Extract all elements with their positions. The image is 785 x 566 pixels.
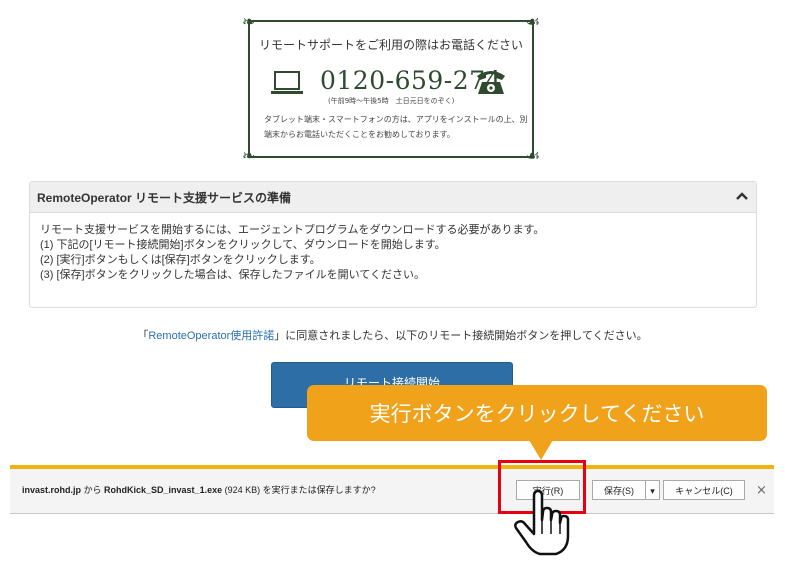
download-question: を実行または保存しますか? — [262, 485, 376, 495]
agreement-rest: 」に同意されましたら、以下のリモート接続開始ボタンを押してください。 — [274, 330, 648, 342]
preparation-panel: RemoteOperator リモート支援サービスの準備 リモート支援サービスを… — [29, 181, 757, 308]
telephone-icon — [477, 71, 505, 94]
panel-line: リモート支援サービスを開始するには、エージェントプログラムをダウンロードする必要… — [40, 224, 545, 236]
save-button[interactable]: 保存(S) — [592, 480, 646, 500]
agreement-text: 「RemoteOperator使用許諾」に同意されましたら、以下のリモート接続開… — [0, 327, 785, 343]
panel-line: (2) [実行]ボタンもしくは[保存]ボタンをクリックします。 — [40, 254, 321, 266]
download-filename: RohdKick_SD_invast_1.exe — [104, 485, 223, 495]
download-size: (924 KB) — [222, 485, 263, 495]
callout-text: 実行ボタンをクリックしてください — [369, 402, 705, 426]
instruction-callout: 実行ボタンをクリックしてください — [307, 385, 767, 441]
pointer-hand-icon — [514, 490, 570, 556]
save-options-dropdown[interactable]: ▾ — [646, 480, 660, 500]
support-hours: (午前9時～午後5時 土日元日をのぞく) — [328, 97, 455, 105]
download-host: invast.rohd.jp — [22, 485, 82, 495]
cancel-button[interactable]: キャンセル(C) — [663, 480, 745, 500]
agreement-bracket: 「 — [137, 330, 149, 342]
panel-body: リモート支援サービスを開始するには、エージェントプログラムをダウンロードする必要… — [30, 213, 756, 283]
support-card: ❧ ☙ ❧ ☙ リモートサポートをご利用の際はお電話ください 0120-659-… — [242, 14, 540, 164]
corner-ornament-icon: ❧ — [242, 12, 256, 31]
callout-tail — [529, 440, 553, 460]
laptop-icon — [271, 71, 303, 94]
download-message: invast.rohd.jp から RohdKick_SD_invast_1.e… — [22, 483, 376, 496]
support-title: リモートサポートをご利用の際はお電話ください — [258, 38, 523, 52]
chevron-up-icon[interactable] — [734, 188, 750, 204]
panel-header[interactable]: RemoteOperator リモート支援サービスの準備 — [30, 182, 756, 213]
panel-line: (1) 下記の[リモート接続開始]ボタンをクリックして、ダウンロードを開始します… — [40, 239, 446, 251]
download-notification-bar: invast.rohd.jp から RohdKick_SD_invast_1.e… — [10, 465, 774, 514]
corner-ornament-icon: ☙ — [525, 12, 540, 31]
panel-title: RemoteOperator リモート支援サービスの準備 — [37, 191, 292, 205]
corner-ornament-icon: ☙ — [525, 146, 540, 165]
support-note: タブレット端末・スマートフォンの方は、アプリをインストールの上、別端末からお電話… — [264, 115, 528, 139]
close-icon[interactable]: × — [756, 483, 767, 498]
license-link[interactable]: RemoteOperator使用許諾 — [148, 330, 274, 342]
download-from: から — [81, 485, 105, 495]
corner-ornament-icon: ❧ — [242, 146, 256, 165]
panel-line: (3) [保存]ボタンをクリックした場合は、保存したファイルを開いてください。 — [40, 269, 425, 281]
